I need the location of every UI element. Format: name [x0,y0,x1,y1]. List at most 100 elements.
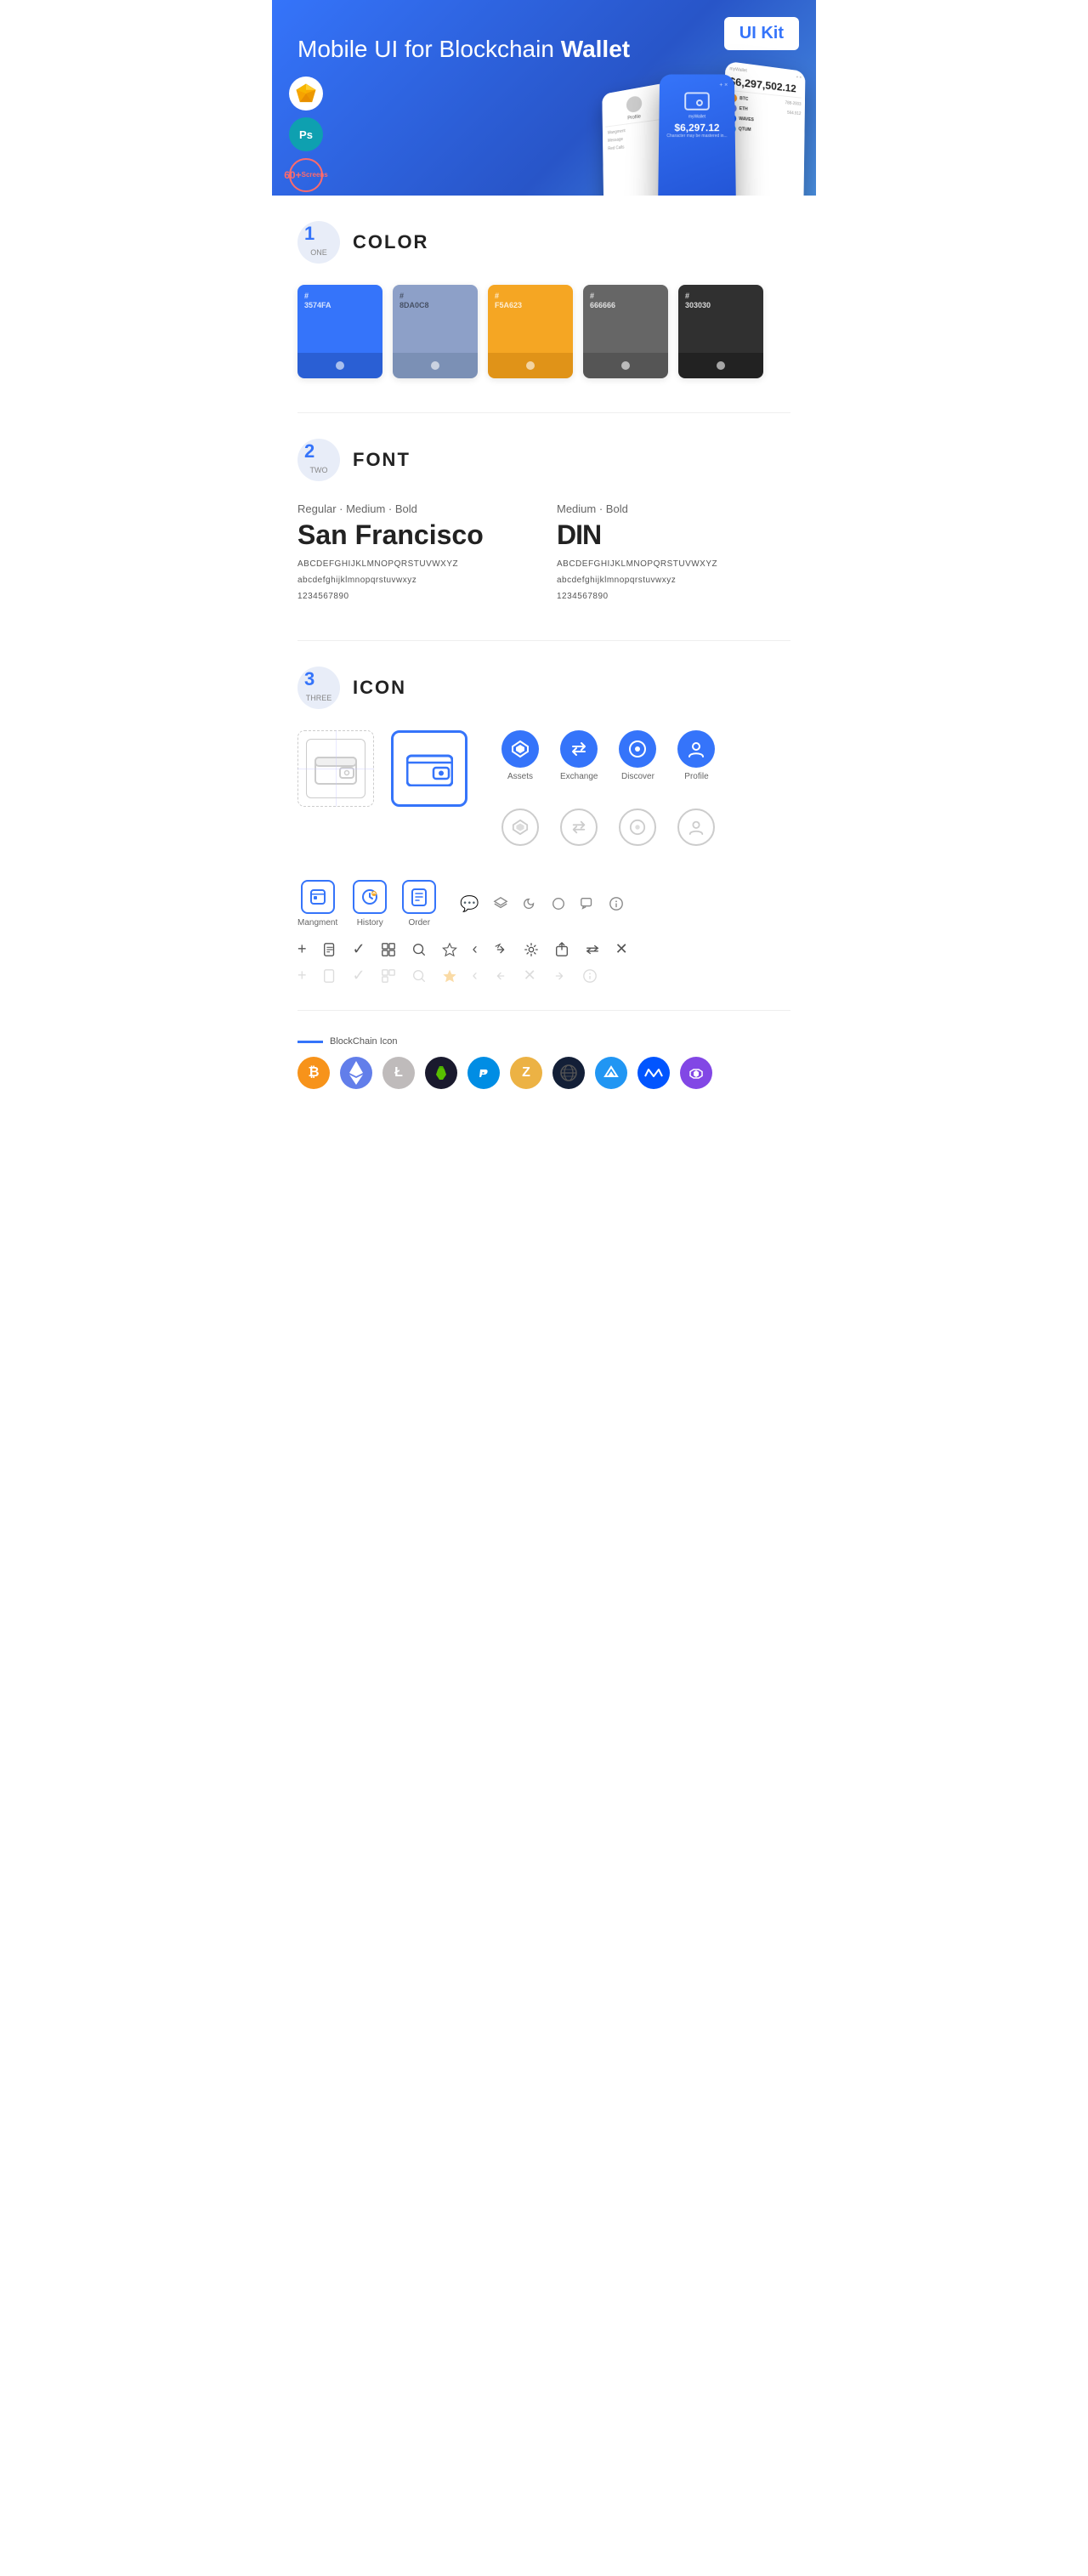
qr-icon [381,942,396,957]
din-lower: abcdefghijklmnopqrstuvwxyz [557,574,790,587]
dash-icon [474,1064,493,1082]
nav-icon-profile-outline [677,809,715,846]
waves-icon [644,1066,663,1080]
btc-logo: ₿ [298,1057,330,1089]
icon-design-row: Assets Exchange [298,730,790,863]
hero-badges: Ps 60+ Screens [289,77,323,192]
hero-section: Mobile UI for Blockchain Wallet UI Kit P… [272,0,816,196]
matic-logo [680,1057,712,1089]
ltc-logo: Ł [382,1057,415,1089]
forward-icon [552,968,567,984]
main-content: 1 ONE COLOR #3574FA #8DA0C8 [272,196,816,1149]
swatch-orange: #F5A623 [488,285,573,378]
neo-logo [425,1057,457,1089]
bottom-nav-icons: Mangment History [298,880,790,928]
waves-logo [638,1057,670,1089]
profile-outline-icon [688,819,705,836]
blockchain-label: BlockChain Icon [298,1036,790,1047]
font-section-header: 2 TWO FONT [298,439,790,481]
assets-icon [511,740,530,758]
section-2-badge: 2 TWO [298,439,340,481]
sketch-badge [289,77,323,111]
document-icon [322,942,337,957]
dash-logo [468,1057,500,1089]
divider-2 [298,640,790,641]
matic-icon [687,1064,706,1082]
din-style: Medium · Bold [557,502,790,515]
qtum-logo [595,1057,627,1089]
discover-outline-icon [629,819,646,836]
plus-icon: + [298,940,307,958]
nav-icon-profile: Profile [677,730,715,781]
blockchain-line-decor [298,1041,323,1043]
icon-title: ICON [353,677,406,699]
sketch-icon [294,82,318,105]
nav-icon-assets-outline [502,809,539,846]
din-numbers: 1234567890 [557,590,790,604]
share-icon [493,942,508,957]
plus-icon-inactive: + [298,967,307,984]
icon-section: 3 THREE ICON [298,667,790,1089]
qr-icon-inactive [381,968,396,984]
nav-icon-discover-outline [619,809,656,846]
transfer-icon [585,942,600,957]
nav-icons-inactive-row [502,809,715,846]
divider-1 [298,412,790,413]
swatch-dark: #303030 [678,285,763,378]
sf-numbers: 1234567890 [298,590,531,604]
star-icon [442,942,457,957]
check-icon-inactive: ✓ [353,967,366,984]
zcash-logo: Z [510,1057,542,1089]
document-icon-inactive [322,968,337,984]
hero-title-text: Mobile UI for Blockchain [298,36,561,62]
icon-management: Mangment [298,880,337,928]
layers-icon [493,896,508,911]
eth-logo [340,1057,372,1089]
check-icon: ✓ [353,940,366,958]
close-icon: ✕ [615,940,628,958]
swatch-grayblue: #8DA0C8 [393,285,478,378]
sf-name: San Francisco [298,519,531,551]
sf-upper: ABCDEFGHIJKLMNOPQRSTUVWXYZ [298,558,531,571]
blockchain-label-text: BlockChain Icon [330,1036,398,1047]
assets-outline-icon [512,819,529,836]
din-upper: ABCDEFGHIJKLMNOPQRSTUVWXYZ [557,558,790,571]
nav-icon-assets: Assets [502,730,539,781]
font-grid: Regular · Medium · Bold San Francisco AB… [298,502,790,606]
color-section-header: 1 ONE COLOR [298,221,790,264]
color-title: COLOR [353,231,428,253]
icon-wireframe-container [298,730,374,807]
phone-mockup-center: + × myWallet $6,297.12 Character may be … [658,74,736,196]
speech-icon [580,896,595,911]
crypto-logos: ₿ Ł [298,1057,790,1089]
order-icon [411,888,428,906]
din-name: DIN [557,519,790,551]
utility-icons-inactive: + ✓ ‹ ✕ [298,967,790,984]
phone-mockups: Profile Mangment Message Red Calls + × m… [599,64,808,196]
icon-order: Order [402,880,436,928]
wallet-colored-icon [406,751,453,786]
exchange-icon [570,740,588,758]
misc-icons-group: 💬 [460,895,623,913]
sf-style: Regular · Medium · Bold [298,502,531,515]
back-icon: ‹ [473,940,478,958]
export-icon [554,942,570,957]
font-title: FONT [353,449,411,471]
screens-badge: 60+ Screens [289,158,323,192]
font-din: Medium · Bold DIN ABCDEFGHIJKLMNOPQRSTUV… [557,502,790,606]
neo-icon [433,1064,450,1081]
profile-icon [687,740,706,758]
icon-section-header: 3 THREE ICON [298,667,790,709]
management-icon [309,888,326,905]
search-icon-inactive [411,968,427,984]
nav-icon-discover: Discover [619,730,656,781]
icon-wallet-colored [391,730,468,807]
hero-title-bold: Wallet [561,36,630,62]
eth-icon [348,1061,364,1085]
circle-icon [551,896,566,911]
ps-badge: Ps [289,117,323,151]
star-icon-active [442,968,457,984]
color-swatches: #3574FA #8DA0C8 #F5A623 [298,285,790,378]
exchange-outline-icon [570,819,587,836]
section-3-badge: 3 THREE [298,667,340,709]
